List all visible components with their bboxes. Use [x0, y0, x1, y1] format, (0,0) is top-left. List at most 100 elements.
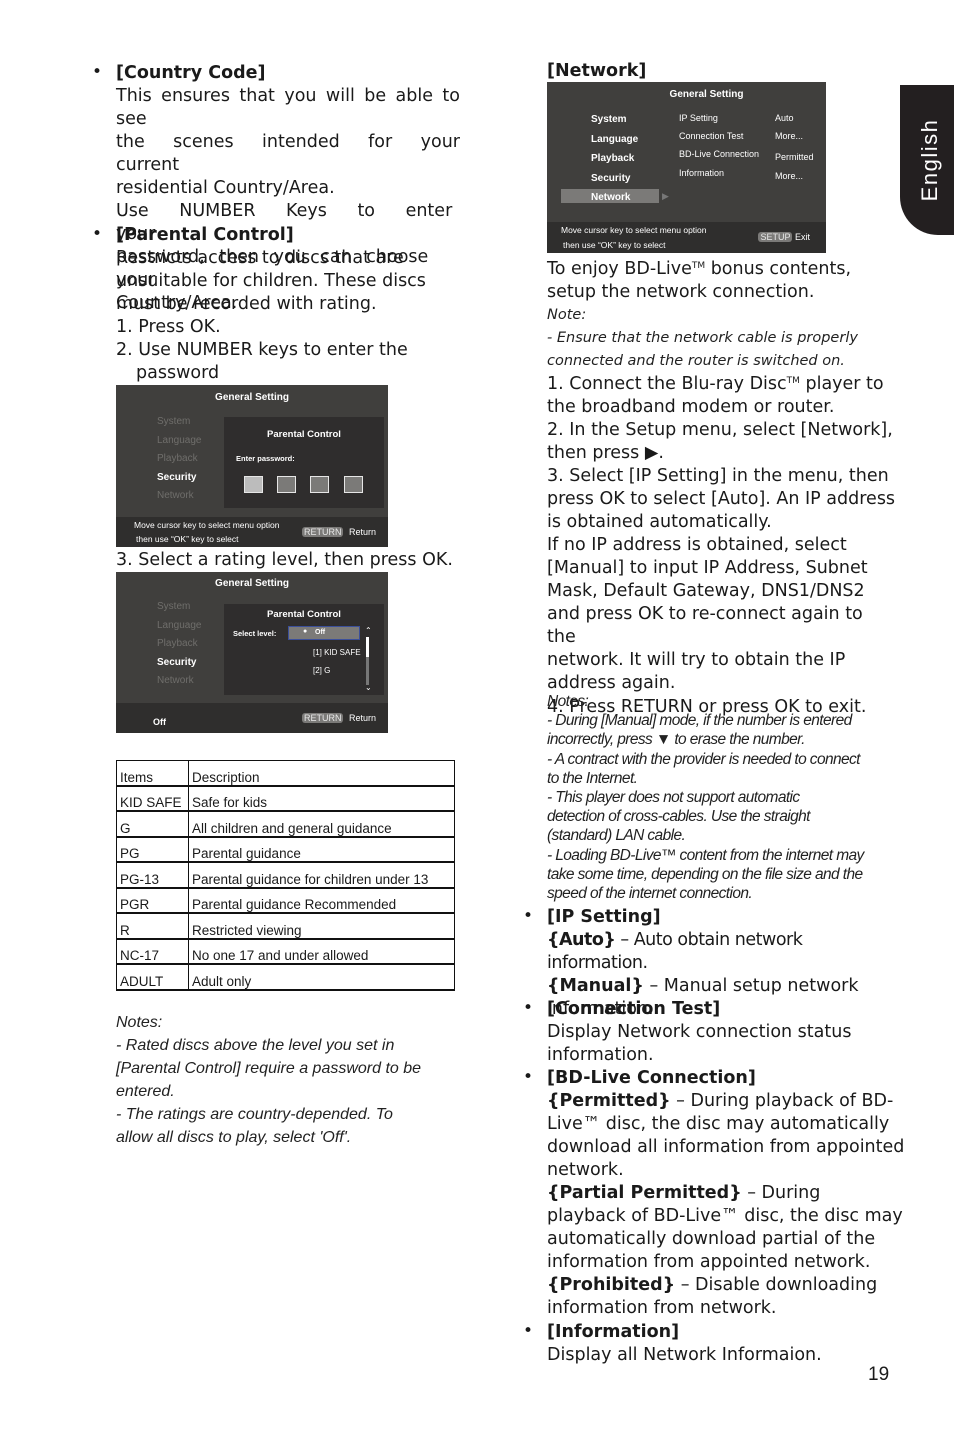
menu-item-network[interactable]: Network [591, 192, 638, 212]
osd-menu: System Language Playback Security Networ… [157, 601, 202, 694]
text: – Disable downloading [675, 1275, 878, 1295]
option-information[interactable]: Information More... [679, 168, 803, 186]
table-row: NC-17 No one 17 and under allowed [116, 938, 455, 965]
step-3-line: If no IP address is obtained, select [547, 535, 847, 555]
menu-item-security[interactable]: Security [591, 173, 638, 193]
bd-live-heading: [BD-Live Connection] [547, 1068, 756, 1088]
network-heading: [Network] [547, 61, 647, 81]
password-digit-2[interactable] [277, 476, 296, 493]
password-digit-1[interactable] [244, 476, 263, 493]
table-header-row: Items Description [116, 760, 455, 787]
menu-item-security[interactable]: Security [157, 472, 202, 491]
step-1-cont: the broadband modem or router. [547, 397, 835, 417]
bullet: • [92, 224, 103, 244]
return-key-badge[interactable]: RETURN [301, 527, 344, 537]
rating-description: Restricted viewing [188, 912, 455, 940]
page-number: 19 [868, 1364, 890, 1385]
rating-description: Parental guidance Recommended [188, 887, 455, 914]
menu-item-playback[interactable]: Playback [157, 638, 202, 657]
popup-title: Parental Control [267, 609, 341, 620]
table-header: Items [116, 760, 189, 787]
parental-control-popup: Parental Control Select level: ● Off [1]… [224, 604, 384, 695]
note-line: detection of cross-cables. Use the strai… [547, 808, 810, 826]
scroll-down-icon[interactable]: ⌄ [365, 683, 372, 692]
menu-item-playback[interactable]: Playback [591, 153, 638, 173]
rating-item: PG [116, 836, 189, 863]
rating-description: No one 17 and under allowed [188, 938, 455, 965]
password-digit-4[interactable] [344, 476, 363, 493]
text: 1. Connect the Blu-ray Disc [547, 374, 787, 394]
return-label: Return [348, 527, 376, 537]
option-connection-test[interactable]: Connection Test More... [679, 131, 803, 149]
menu-item-language[interactable]: Language [157, 435, 202, 454]
note-line: entered. [116, 1083, 175, 1100]
option-value: More... [775, 131, 804, 141]
scrollbar[interactable] [366, 637, 369, 685]
option-bd-live-connection[interactable]: BD-Live Connection Permitted [679, 149, 814, 168]
scrollbar-thumb[interactable] [366, 637, 369, 657]
rating-description: All children and general guidance [188, 810, 455, 838]
menu-item-network[interactable]: Network [157, 675, 202, 694]
note-line: - A contract with the provider is needed… [547, 750, 860, 768]
scroll-up-icon[interactable]: ⌃ [365, 626, 372, 635]
text-line: This ensures that you will be able to se… [116, 86, 460, 129]
connection-test-heading: [Connection Test] [547, 999, 721, 1019]
level-select-off[interactable]: ● Off [288, 626, 360, 640]
text: bonus contents, [705, 259, 852, 279]
note-line: (standard) LAN cable. [547, 827, 686, 845]
step-1: 1. Press OK. [116, 317, 221, 337]
network-notes: Notes: - During [Manual] mode, if the nu… [547, 692, 897, 903]
osd-level-screen: General Setting System Language Playback… [116, 572, 388, 733]
parental-control-section: [Parental Control] Restricts access to d… [116, 224, 460, 385]
exit-label: Exit [794, 232, 810, 242]
ip-setting-heading: [IP Setting] [547, 907, 661, 927]
note-line: - Loading BD-Live™ content from the inte… [547, 846, 864, 864]
menu-item-network[interactable]: Network [157, 490, 202, 509]
menu-item-system[interactable]: System [157, 601, 202, 620]
osd-footer: Move cursor key to select menu option th… [116, 517, 388, 547]
osd-menu: System Language Playback Security Networ… [157, 416, 202, 509]
menu-item-language[interactable]: Language [591, 134, 638, 154]
country-code-heading: [Country Code] [116, 63, 266, 83]
popup-title: Parental Control [267, 429, 341, 440]
password-digit-3[interactable] [310, 476, 329, 493]
text-line: must be recorded with rating. [116, 294, 377, 314]
note-line: - During [Manual] mode, if the number is… [547, 712, 852, 730]
table-row: PG Parental guidance [116, 836, 455, 863]
table-row: G All children and general guidance [116, 810, 455, 838]
text: automatically download partial of the [547, 1229, 876, 1249]
table-row: PG-13 Parental guidance for children unde… [116, 861, 455, 889]
language-tab: English [900, 85, 954, 235]
footer-hint-1: Move cursor key to select menu option [561, 225, 707, 235]
menu-item-system[interactable]: System [157, 416, 202, 435]
rating-item: PGR [116, 887, 189, 914]
text: download all information from appointed [547, 1137, 905, 1157]
footer-hint-2: then use “OK” key to select [563, 240, 666, 250]
rating-description: Parental guidance [188, 836, 455, 863]
selected-dot-icon: ● [303, 628, 308, 635]
menu-item-system[interactable]: System [591, 114, 638, 134]
step-2: 2. In the Setup menu, select [Network], [547, 420, 893, 440]
return-key-badge[interactable]: RETURN [301, 713, 344, 723]
ratings-table: Items Description KID SAFE Safe for kids G… [116, 760, 455, 991]
return-label: Return [348, 713, 376, 723]
menu-item-security[interactable]: Security [157, 657, 202, 676]
menu-item-playback[interactable]: Playback [157, 453, 202, 472]
information-heading: [Information] [547, 1322, 680, 1342]
setup-key-badge[interactable]: SETUP [758, 232, 793, 242]
option-ip-setting[interactable]: IP Setting Auto [679, 113, 794, 131]
level-option-g[interactable]: [2] G [313, 666, 330, 675]
intro-line: To enjoy BD-LiveTM bonus contents, [547, 258, 897, 281]
option-value: More... [775, 171, 804, 181]
level-option-kid-safe[interactable]: [1] KID SAFE [313, 648, 361, 657]
step-3: 3. Select a rating level, then press OK. [116, 550, 453, 570]
menu-item-language[interactable]: Language [157, 620, 202, 639]
notes-title: Notes: [116, 1014, 163, 1031]
table-row: R Restricted viewing [116, 912, 455, 940]
table-header: Description [188, 760, 455, 787]
text: information from network. [547, 1298, 777, 1318]
note-line: - Rated discs above the level you set in [116, 1037, 395, 1054]
note-line: connected and the router is switched on. [547, 353, 845, 369]
osd-footer: Off RETURN Return [116, 703, 388, 733]
bd-live-section: [BD-Live Connection] {Permitted} – Durin… [547, 1067, 917, 1320]
